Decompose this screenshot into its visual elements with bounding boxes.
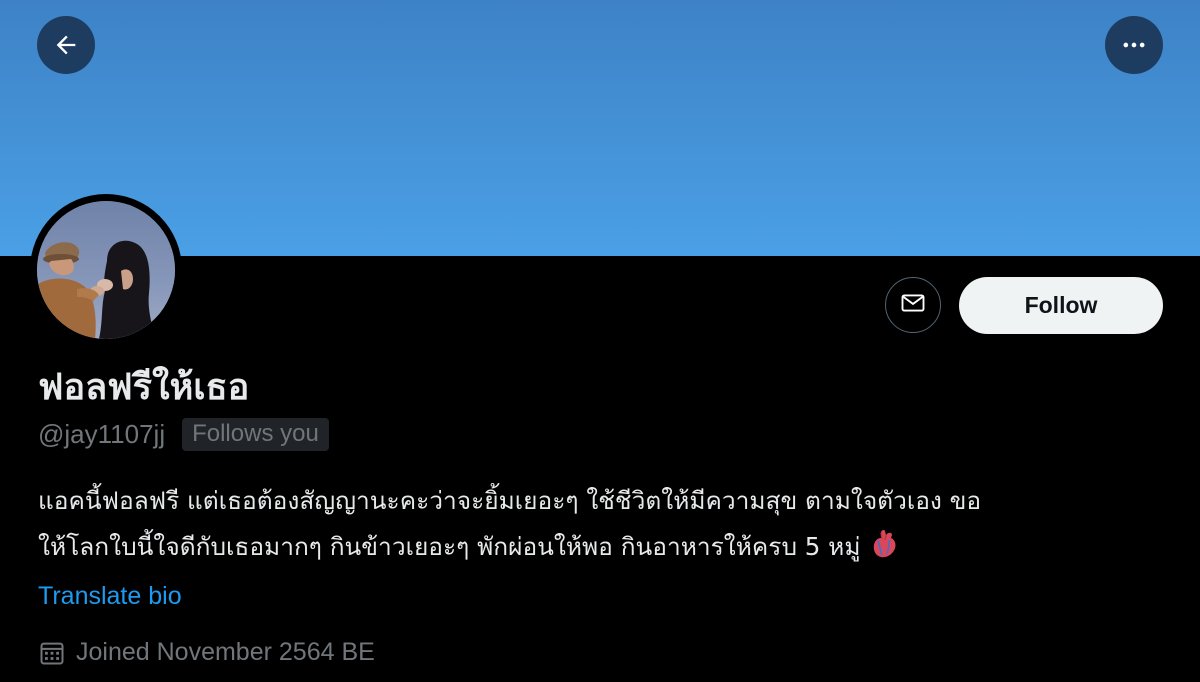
profile-display-name: ฟอลฟรีให้เธอ xyxy=(38,367,250,408)
back-button[interactable] xyxy=(37,16,95,74)
profile-banner[interactable] xyxy=(0,0,1200,256)
joined-date: Joined November 2564 BE xyxy=(76,638,375,666)
handle-row: @jay1107jj Follows you xyxy=(38,418,329,451)
follow-button[interactable]: Follow xyxy=(959,277,1163,334)
follows-you-badge: Follows you xyxy=(182,418,329,451)
profile-bio: แอคนี้ฟอลฟรี แต่เธอต้องสัญญานะคะว่าจะยิ้… xyxy=(38,478,1168,574)
translate-bio-link[interactable]: Translate bio xyxy=(38,582,182,611)
avatar-photo xyxy=(37,201,175,339)
more-options-button[interactable] xyxy=(1105,16,1163,74)
bio-line-text: ให้โลกใบนี้ใจดีกับเธอมากๆ กินข้าวเยอะๆ พ… xyxy=(38,532,861,561)
anatomical-heart-emoji xyxy=(872,528,898,574)
profile-handle: @jay1107jj xyxy=(38,419,166,449)
calendar-icon xyxy=(38,639,76,667)
arrow-left-icon xyxy=(52,31,80,59)
more-horizontal-icon xyxy=(1120,31,1148,59)
mail-icon xyxy=(899,289,927,321)
message-button[interactable] xyxy=(885,277,941,333)
bio-line: ให้โลกใบนี้ใจดีกับเธอมากๆ กินข้าวเยอะๆ พ… xyxy=(38,524,1168,574)
bio-line: แอคนี้ฟอลฟรี แต่เธอต้องสัญญานะคะว่าจะยิ้… xyxy=(38,486,982,515)
joined-date-row: Joined November 2564 BE xyxy=(38,638,375,667)
avatar[interactable] xyxy=(30,194,182,346)
